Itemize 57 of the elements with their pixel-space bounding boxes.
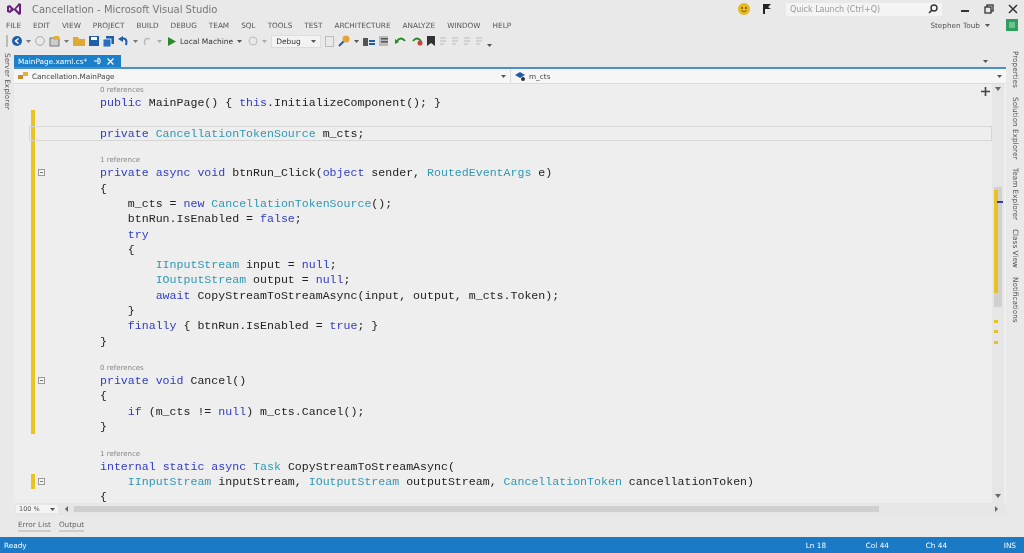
field-icon	[515, 71, 526, 81]
code-line: public MainPage() { this.InitializeComponent(); }	[100, 95, 441, 111]
collapse-icon[interactable]	[38, 169, 45, 177]
code-line: try	[126, 226, 149, 242]
code-line: {	[100, 388, 107, 404]
code-line: private void Cancel()	[100, 373, 247, 389]
caret-icon[interactable]	[486, 43, 492, 47]
code-line: {	[126, 241, 135, 257]
find-icon[interactable]	[337, 35, 350, 47]
caret-icon	[310, 39, 316, 43]
code-line: }	[126, 303, 135, 318]
code-line: finally { btnRun.IsEnabled = true; }	[126, 318, 379, 334]
caret-icon	[997, 74, 1002, 78]
caret-icon	[49, 507, 55, 511]
code-line: if (m_cts != null) m_cts.Cancel();	[126, 403, 365, 419]
pin-icon[interactable]	[93, 57, 102, 65]
code-line: private CancellationTokenSource m_cts;	[100, 125, 365, 141]
code-line: IOutputStream output = null;	[154, 272, 351, 288]
code-line: {	[100, 180, 107, 196]
save-icon[interactable]	[89, 36, 99, 46]
caret-icon[interactable]	[26, 39, 31, 43]
search-icon	[928, 4, 938, 14]
code-line: await CopyStreamToStreamAsync(input, output, m_cts.Token);	[154, 287, 560, 303]
quick-launch-field[interactable]: Quick Launch (Ctrl+Q)	[786, 2, 942, 16]
smiley-icon[interactable]	[738, 3, 750, 15]
bookmark-icon[interactable]	[426, 36, 435, 46]
collapse-icon[interactable]	[38, 477, 45, 485]
vertical-scroll-bar[interactable]	[992, 84, 1004, 503]
caret-icon	[985, 23, 990, 27]
code-line: {	[100, 489, 107, 503]
dropdown-icon[interactable]	[983, 60, 988, 63]
code-line: }	[100, 419, 107, 435]
flag-icon[interactable]	[762, 3, 772, 15]
caret-icon[interactable]	[133, 39, 138, 43]
collapse-icon[interactable]	[38, 377, 45, 385]
code-line: }	[100, 333, 107, 349]
back-icon[interactable]	[12, 36, 22, 46]
code-line: m_cts = new CancellationTokenSource();	[126, 195, 393, 211]
caret-icon[interactable]	[64, 39, 69, 43]
class-icon	[18, 71, 29, 81]
code-line: IInputStream input = null;	[154, 257, 337, 273]
save-all-icon[interactable]	[103, 35, 114, 47]
visual-studio-logo	[6, 2, 22, 16]
window-title: Cancellation - Microsoft Visual Studio	[32, 3, 218, 15]
caret-icon	[237, 39, 243, 43]
split-icon[interactable]	[981, 87, 990, 96]
caret-icon[interactable]	[353, 39, 359, 43]
undo-icon[interactable]	[118, 36, 129, 46]
new-project-icon[interactable]	[49, 35, 60, 47]
caret-icon	[501, 74, 506, 78]
code-line: private async void btnRun_Click(object sender, RoutedEventArgs e)	[100, 165, 553, 181]
code-line: internal static async Task CopyStreamToStreamAsync(	[100, 458, 455, 474]
code-line: IInputStream inputStream, IOutputStream outputStream, CancellationToken cancellationToken)	[126, 473, 755, 489]
close-icon[interactable]	[1008, 4, 1018, 14]
play-icon	[168, 36, 176, 46]
restore-icon[interactable]	[984, 4, 994, 14]
code-line: btnRun.IsEnabled = false;	[126, 211, 302, 227]
